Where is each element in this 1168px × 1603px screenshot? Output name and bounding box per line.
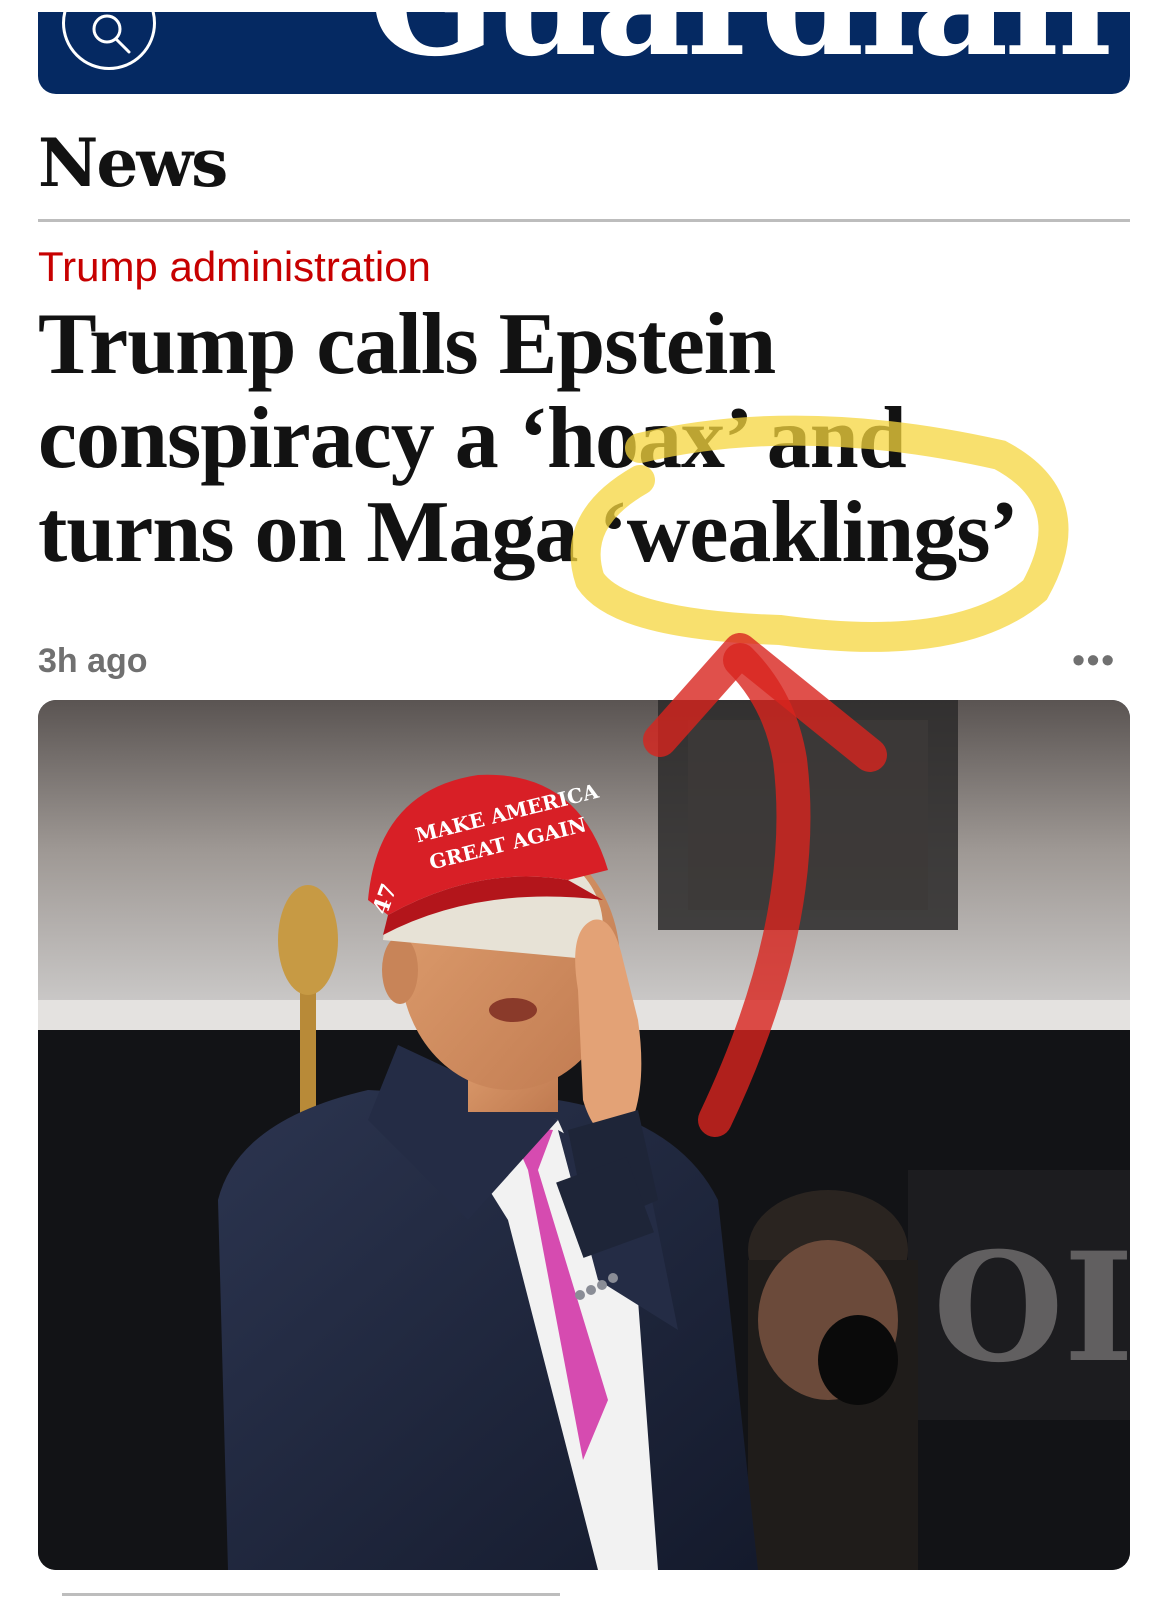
background-sign-text: OI bbox=[933, 1220, 1130, 1396]
article-headline[interactable]: Trump calls Epstein conspiracy a ‘hoax’ … bbox=[38, 298, 1098, 580]
more-options-icon[interactable]: ••• bbox=[1072, 642, 1116, 678]
photo-illustration: OI MAKE AMERICA GREAT AGAIN 47 bbox=[38, 700, 1130, 1570]
search-icon bbox=[92, 14, 131, 54]
guardian-logo[interactable]: Guardian bbox=[369, 12, 1112, 76]
article-kicker[interactable]: Trump administration bbox=[38, 243, 431, 290]
card-footer-rule bbox=[62, 1593, 560, 1596]
article-timestamp: 3h ago bbox=[38, 642, 148, 680]
article-photo[interactable]: OI MAKE AMERICA GREAT AGAIN 47 bbox=[38, 700, 1130, 1570]
search-button[interactable] bbox=[62, 12, 156, 70]
article-meta: 3h ago ••• bbox=[38, 642, 1130, 686]
section-title: News bbox=[38, 124, 228, 202]
section-divider bbox=[38, 219, 1130, 222]
masthead: Guardian bbox=[38, 12, 1130, 94]
